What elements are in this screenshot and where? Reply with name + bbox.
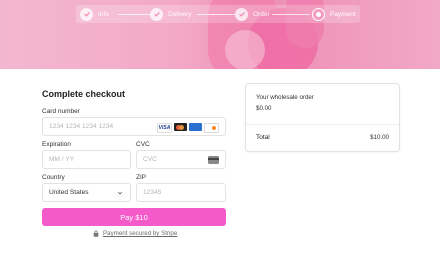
step-label: Payment <box>330 10 356 18</box>
stripe-secured-link[interactable]: Payment secured by Stripe <box>93 230 177 237</box>
expiration-label: Expiration <box>42 141 71 148</box>
country-select[interactable]: United States <box>42 183 131 202</box>
step-label: Order <box>253 10 270 18</box>
pay-button[interactable]: Pay $10 <box>42 208 226 226</box>
step-delivery[interactable]: Delivery <box>150 7 191 21</box>
cvc-placeholder: CVC <box>143 156 157 163</box>
summary-title: Your wholesale order <box>256 94 314 101</box>
expiration-input[interactable]: MM / YY <box>42 150 131 169</box>
step-label: Info <box>98 10 109 18</box>
order-summary: Your wholesale order $0.00 Total $10.00 <box>245 83 400 152</box>
lock-icon <box>93 230 99 237</box>
hero-banner: Info Delivery Order Payment <box>0 0 440 69</box>
glove-shape <box>225 30 265 69</box>
summary-subtotal: $0.00 <box>256 105 272 112</box>
step-connector <box>118 14 154 15</box>
visa-icon: VISA <box>157 123 172 133</box>
radio-dot-icon <box>312 7 325 21</box>
page-title: Complete checkout <box>42 89 126 99</box>
step-connector <box>272 14 310 15</box>
card-number-input[interactable]: 1234 1234 1234 1234 VISA <box>42 117 226 136</box>
total-label: Total <box>256 134 270 141</box>
summary-divider <box>246 124 399 125</box>
zip-label: ZIP <box>136 174 147 181</box>
country-value: United States <box>49 189 89 196</box>
check-icon <box>150 7 163 21</box>
mastercard-icon <box>174 123 187 131</box>
zip-input[interactable]: 12345 <box>136 183 226 202</box>
card-number-placeholder: 1234 1234 1234 1234 <box>49 123 114 130</box>
step-order[interactable]: Order <box>235 7 270 21</box>
expiration-placeholder: MM / YY <box>49 156 75 163</box>
step-info[interactable]: Info <box>80 7 109 21</box>
checkout-stepper: Info Delivery Order Payment <box>76 5 360 23</box>
country-label: Country <box>42 174 65 181</box>
card-brands: VISA <box>157 123 219 133</box>
check-icon <box>235 7 248 21</box>
secured-text: Payment secured by Stripe <box>103 230 178 237</box>
card-number-label: Card number <box>42 108 80 115</box>
check-icon <box>80 7 93 21</box>
cvc-input[interactable]: CVC <box>136 150 226 169</box>
total-value: $10.00 <box>370 134 389 141</box>
step-connector <box>197 14 235 15</box>
discover-icon <box>204 123 219 133</box>
chevron-down-icon <box>117 191 123 195</box>
zip-placeholder: 12345 <box>143 189 162 196</box>
step-payment[interactable]: Payment <box>312 7 356 21</box>
card-back-icon <box>208 156 219 164</box>
cvc-label: CVC <box>136 141 150 148</box>
amex-icon <box>189 123 202 131</box>
step-label: Delivery <box>168 10 192 18</box>
